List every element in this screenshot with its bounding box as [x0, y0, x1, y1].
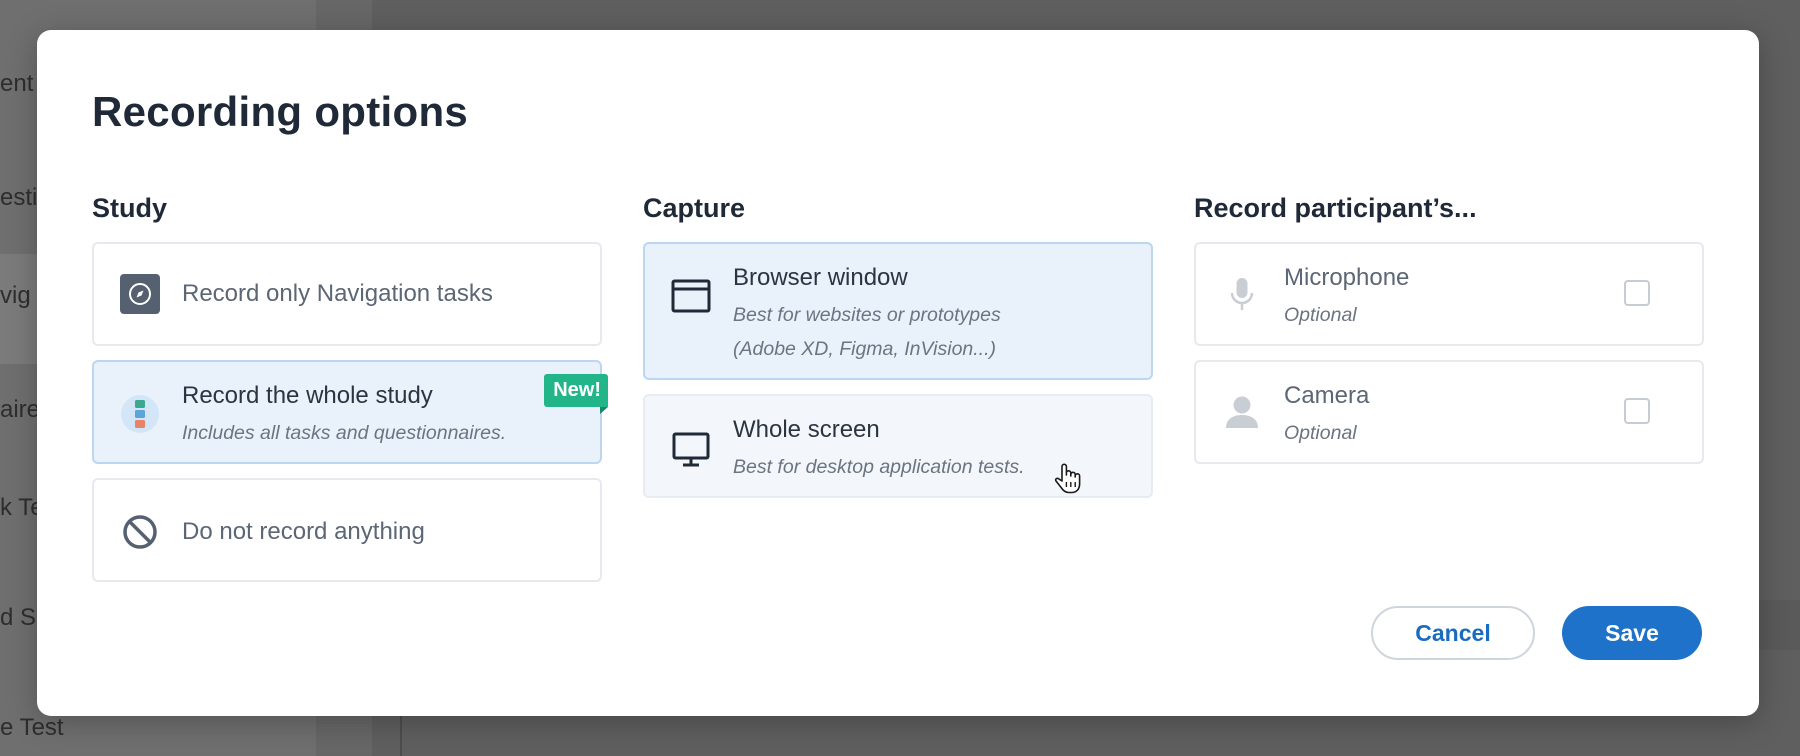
- hand-cursor-icon: [1053, 462, 1081, 499]
- study-stack-icon: [120, 394, 160, 434]
- option-label: Browser window: [733, 264, 908, 291]
- option-label: Record the whole study: [182, 382, 433, 409]
- study-column: Study Record only Navigation tasks Recor…: [92, 188, 608, 582]
- background-sidebar-item: ent: [0, 70, 34, 97]
- cancel-button[interactable]: Cancel: [1371, 606, 1535, 660]
- dialog-title: Recording options: [92, 88, 469, 135]
- background-sidebar-item: vig: [0, 282, 31, 309]
- option-description: Optional: [1284, 304, 1357, 326]
- option-microphone[interactable]: Microphone Optional: [1194, 242, 1704, 346]
- browser-window-icon: [671, 276, 711, 316]
- option-label: Camera: [1284, 382, 1370, 409]
- option-label: Do not record anything: [182, 518, 425, 545]
- study-heading: Study: [92, 193, 168, 223]
- option-label: Microphone: [1284, 264, 1410, 291]
- microphone-icon: [1222, 274, 1262, 314]
- option-camera[interactable]: Camera Optional: [1194, 360, 1704, 464]
- save-button[interactable]: Save: [1562, 606, 1702, 660]
- record-participant-column: Record participant’s... Microphone Optio…: [1194, 188, 1704, 464]
- camera-checkbox[interactable]: [1624, 398, 1650, 424]
- option-label: Whole screen: [733, 416, 880, 443]
- option-label: Record only Navigation tasks: [182, 280, 493, 307]
- option-browser-window[interactable]: Browser window Best for websites or prot…: [643, 242, 1153, 380]
- option-whole-screen[interactable]: Whole screen Best for desktop applicatio…: [643, 394, 1153, 498]
- background-sidebar-item: e Test: [0, 714, 64, 741]
- prohibited-icon: [120, 512, 160, 552]
- microphone-checkbox[interactable]: [1624, 280, 1650, 306]
- option-description: Best for desktop application tests.: [733, 456, 1025, 478]
- option-description: Includes all tasks and questionnaires.: [182, 422, 507, 444]
- background-sidebar-item: aire: [0, 396, 41, 423]
- capture-column: Capture Browser window Best for websites…: [643, 188, 1153, 498]
- background-panel: [1756, 600, 1800, 650]
- background-sidebar-item: esti: [0, 184, 38, 211]
- background-sidebar-item: d S: [0, 604, 37, 631]
- option-record-whole-study[interactable]: Record the whole study Includes all task…: [92, 360, 608, 464]
- monitor-icon: [671, 430, 711, 470]
- new-badge: New!: [544, 374, 608, 414]
- option-do-not-record[interactable]: Do not record anything: [92, 478, 602, 582]
- capture-heading: Capture: [643, 193, 746, 223]
- record-participant-heading: Record participant’s...: [1194, 193, 1477, 223]
- recording-options-dialog: Recording options Study Record only Navi…: [37, 30, 1759, 716]
- person-icon: [1222, 392, 1262, 432]
- option-record-navigation-tasks[interactable]: Record only Navigation tasks: [92, 242, 602, 346]
- option-description: Best for websites or prototypes: [733, 304, 1001, 326]
- compass-icon: [120, 274, 160, 314]
- option-description: Optional: [1284, 422, 1357, 444]
- option-description: (Adobe XD, Figma, InVision...): [733, 338, 997, 360]
